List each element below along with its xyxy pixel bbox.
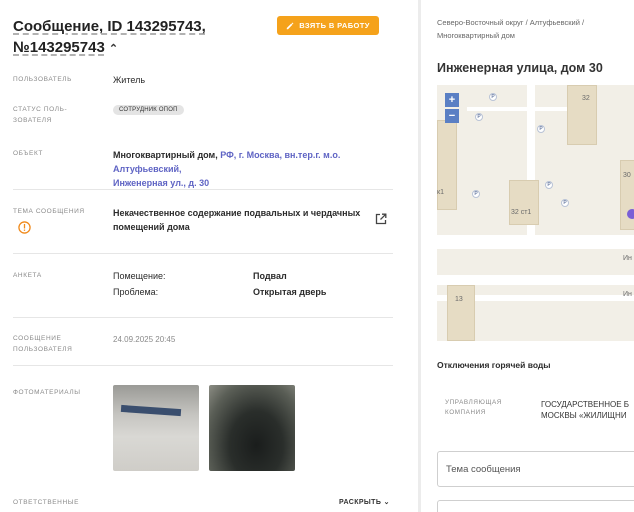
map-building [567, 85, 597, 145]
message-date-label-2: ПОЛЬЗОВАТЕЛЯ [13, 346, 73, 353]
map[interactable]: 32 30 к1 32 ст1 13 Ин Ин P P P P P P + − [437, 85, 634, 341]
title-line2: №143295743 [13, 39, 105, 56]
user-label: ПОЛЬЗОВАТЕЛЬ [13, 76, 73, 83]
object-panel: Северо-Восточный округ / Алтуфьевский / … [421, 0, 634, 512]
management-company-value-1: ГОСУДАРСТВЕННОЕ Б [541, 400, 629, 409]
survey-value-problem: Открытая дверь [253, 287, 327, 297]
survey-key-room: Помещение: [113, 271, 166, 281]
title-line1: Сообщение, ID 143295743, [13, 18, 206, 35]
map-marker[interactable] [627, 209, 634, 219]
management-company-value-2: МОСКВЫ «ЖИЛИЩНИ [541, 411, 627, 420]
breadcrumb-line2[interactable]: Многоквартирный дом [437, 29, 634, 42]
expand-button[interactable]: РАСКРЫТЬ ⌄ [339, 498, 390, 506]
map-label: 32 [582, 95, 590, 102]
map-building [437, 120, 457, 210]
message-subject-placeholder: Тема сообщения [446, 463, 521, 475]
object-address-title: Инженерная улица, дом 30 [437, 61, 603, 75]
zoom-out-button[interactable]: − [445, 109, 459, 123]
message-panel: Сообщение, ID 143295743, №143295743 ⌃ ВЗЯ… [0, 0, 418, 512]
parking-icon[interactable]: P [561, 199, 569, 207]
message-title[interactable]: Сообщение, ID 143295743, №143295743 ⌃ [13, 16, 273, 60]
breadcrumb: Северо-Восточный округ / Алтуфьевский / … [437, 16, 634, 42]
pencil-icon [286, 22, 294, 29]
external-link-icon[interactable] [375, 213, 387, 225]
divider [13, 317, 393, 318]
map-label: к1 [437, 189, 444, 196]
map-building [620, 160, 634, 230]
management-company-value: ГОСУДАРСТВЕННОЕ Б МОСКВЫ «ЖИЛИЩНИ [541, 399, 629, 421]
object-address-link-2[interactable]: Инженерная ул., д. 30 [113, 178, 209, 188]
management-company-label-2: КОМПАНИЯ [445, 409, 486, 416]
survey-label: АНКЕТА [13, 272, 42, 279]
chevron-up-icon[interactable]: ⌃ [109, 43, 118, 55]
photo-thumbnail[interactable] [209, 385, 295, 471]
map-building [509, 180, 539, 225]
map-building [447, 285, 475, 341]
map-road [437, 275, 634, 285]
parking-icon[interactable]: P [475, 113, 483, 121]
take-to-work-label: ВЗЯТЬ В РАБОТУ [299, 21, 370, 30]
zoom-in-button[interactable]: + [445, 93, 459, 107]
divider [13, 253, 393, 254]
message-subject-field[interactable]: Тема сообщения [437, 451, 634, 487]
responsible-label: ОТВЕТСТВЕННЫЕ [13, 499, 80, 506]
parking-icon[interactable]: P [489, 93, 497, 101]
user-status-label-1: СТАТУС ПОЛЬ- [13, 106, 68, 113]
breadcrumb-line1[interactable]: Северо-Восточный округ / Алтуфьевский / [437, 16, 634, 29]
status-badge: СОТРУДНИК ОПОП [113, 105, 184, 115]
message-body-field[interactable] [437, 500, 634, 512]
parking-icon[interactable]: P [472, 190, 480, 198]
topic-value-line1: Некачественное содержание подвальных и ч… [113, 208, 361, 218]
topic-label: ТЕМА СООБЩЕНИЯ [13, 208, 85, 215]
message-date-label: СООБЩЕНИЕ ПОЛЬЗОВАТЕЛЯ [13, 333, 93, 355]
parking-icon[interactable]: P [545, 181, 553, 189]
map-label: Ин [623, 291, 632, 298]
photos-label: ФОТОМАТЕРИАЛЫ [13, 389, 81, 396]
map-label: 32 ст1 [511, 209, 532, 216]
topic-value-line2: помещений дома [113, 222, 190, 232]
survey-value-room: Подвал [253, 271, 287, 281]
warning-icon [18, 221, 31, 234]
expand-label: РАСКРЫТЬ [339, 499, 382, 506]
divider [13, 365, 393, 366]
map-label: 13 [455, 296, 463, 303]
object-type: Многоквартирный дом, [113, 150, 218, 160]
take-to-work-button[interactable]: ВЗЯТЬ В РАБОТУ [277, 16, 379, 35]
divider [13, 189, 393, 190]
user-value: Житель [113, 75, 146, 85]
map-label: Ин [623, 255, 632, 262]
management-company-label-1: УПРАВЛЯЮЩАЯ [445, 399, 502, 406]
map-label: 30 [623, 172, 631, 179]
message-date-value: 24.09.2025 20:45 [113, 335, 176, 344]
user-status-label-2: ЗОВАТЕЛЯ [13, 117, 52, 124]
survey-key-problem: Проблема: [113, 287, 159, 297]
message-date-label-1: СООБЩЕНИЕ [13, 335, 62, 342]
object-label: ОБЪЕКТ [13, 150, 43, 157]
object-value: Многоквартирный дом, РФ, г. Москва, вн.т… [113, 148, 403, 190]
photo-detail [120, 404, 182, 417]
photo-thumbnail[interactable] [113, 385, 199, 471]
user-status-label: СТАТУС ПОЛЬ- ЗОВАТЕЛЯ [13, 104, 93, 126]
chevron-down-icon: ⌄ [383, 499, 390, 506]
hot-water-outages-title: Отключения горячей воды [437, 360, 551, 370]
management-company-label: УПРАВЛЯЮЩАЯ КОМПАНИЯ [445, 398, 525, 418]
parking-icon[interactable]: P [537, 125, 545, 133]
topic-value: Некачественное содержание подвальных и ч… [113, 206, 363, 234]
map-road [437, 235, 634, 249]
